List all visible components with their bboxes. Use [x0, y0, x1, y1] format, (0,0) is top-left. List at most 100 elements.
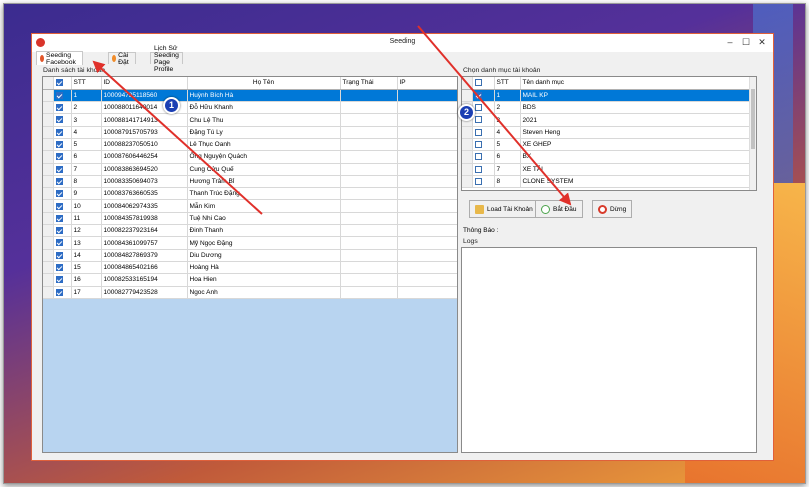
- row-checkbox[interactable]: [55, 227, 63, 235]
- row-header[interactable]: [462, 163, 473, 176]
- column-header-id[interactable]: ID: [101, 77, 188, 90]
- row-checkbox-cell[interactable]: [472, 113, 495, 127]
- row-checkbox-cell[interactable]: [53, 187, 72, 201]
- row-checkbox-cell[interactable]: [472, 175, 495, 189]
- start-button[interactable]: Bắt Đầu: [535, 200, 583, 218]
- row-header[interactable]: [462, 89, 473, 103]
- logs-textbox[interactable]: [461, 247, 757, 453]
- column-header-status[interactable]: Trạng Thái: [340, 77, 398, 90]
- select-all-header[interactable]: [472, 77, 495, 90]
- row-checkbox[interactable]: [55, 153, 63, 161]
- column-header-category-name[interactable]: Tên danh mục: [520, 77, 751, 90]
- row-checkbox-cell[interactable]: [472, 89, 495, 103]
- stop-button[interactable]: Dừng: [592, 200, 633, 218]
- table-row[interactable]: 7 XE TẢI: [462, 163, 751, 176]
- table-row[interactable]: 2 BDS: [462, 101, 751, 115]
- column-header-stt[interactable]: STT: [71, 77, 102, 90]
- tab-history[interactable]: Lịch Sử Seeding Page Profile: [150, 45, 183, 73]
- row-checkbox-cell[interactable]: [53, 224, 72, 238]
- row-checkbox-cell[interactable]: [53, 249, 72, 262]
- row-checkbox[interactable]: [55, 288, 63, 296]
- row-checkbox-cell[interactable]: [53, 199, 72, 213]
- row-checkbox[interactable]: [55, 91, 63, 99]
- row-header[interactable]: [43, 89, 54, 103]
- table-row[interactable]: 15 100084865402166 Hoàng Hà: [43, 261, 457, 275]
- scrollbar-thumb[interactable]: [751, 89, 755, 149]
- row-checkbox[interactable]: [55, 251, 63, 259]
- row-checkbox-cell[interactable]: [53, 89, 72, 103]
- row-checkbox-cell[interactable]: [53, 286, 72, 299]
- row-checkbox[interactable]: [474, 104, 482, 112]
- row-checkbox[interactable]: [55, 214, 63, 222]
- column-header-stt[interactable]: STT: [494, 77, 521, 90]
- row-checkbox[interactable]: [55, 190, 63, 198]
- row-header[interactable]: [462, 126, 473, 139]
- table-row[interactable]: 1 100094735118560 Huỳnh Bích Hà: [43, 89, 457, 103]
- row-checkbox[interactable]: [474, 128, 482, 136]
- row-header[interactable]: [43, 175, 54, 189]
- column-header-name[interactable]: Họ Tên: [187, 77, 341, 90]
- title-bar[interactable]: Seeding – ☐ ✕: [32, 34, 773, 52]
- close-icon[interactable]: ✕: [755, 36, 769, 49]
- table-row[interactable]: 12 100082237923164 Đinh Thanh: [43, 224, 457, 238]
- row-checkbox-cell[interactable]: [472, 138, 495, 152]
- row-header[interactable]: [43, 199, 54, 213]
- table-row[interactable]: 3 2021: [462, 113, 751, 127]
- row-header[interactable]: [43, 249, 54, 262]
- table-row[interactable]: 17 100082779423528 Ngoc Anh: [43, 286, 457, 299]
- row-header[interactable]: [43, 138, 54, 152]
- row-header[interactable]: [43, 261, 54, 275]
- row-checkbox-cell[interactable]: [472, 126, 495, 139]
- row-checkbox[interactable]: [55, 177, 63, 185]
- row-header[interactable]: [462, 138, 473, 152]
- table-row[interactable]: 8 CLONE SYSTEM: [462, 175, 751, 189]
- table-row[interactable]: 4 100087915705793 Đặng Tú Ly: [43, 126, 457, 139]
- table-row[interactable]: 5 100088237050510 Lê Thục Oanh: [43, 138, 457, 152]
- row-checkbox-cell[interactable]: [53, 212, 72, 226]
- table-row[interactable]: 1 MAIL KP: [462, 89, 751, 103]
- row-checkbox[interactable]: [55, 128, 63, 136]
- row-header[interactable]: [43, 163, 54, 176]
- row-header[interactable]: [43, 224, 54, 238]
- row-checkbox[interactable]: [55, 104, 63, 112]
- row-checkbox[interactable]: [55, 202, 63, 210]
- vertical-scrollbar[interactable]: [749, 77, 756, 190]
- select-all-checkbox[interactable]: [55, 79, 63, 87]
- table-row[interactable]: 9 100083763660535 Thanh Trúc Đặng: [43, 187, 457, 201]
- row-checkbox[interactable]: [474, 177, 482, 185]
- account-table[interactable]: STT ID Họ Tên Trạng Thái IP 1 10009473511…: [42, 76, 458, 453]
- table-row[interactable]: 13 100084361099757 Mỹ Ngọc Đặng: [43, 236, 457, 250]
- row-checkbox-cell[interactable]: [472, 163, 495, 176]
- row-checkbox[interactable]: [55, 116, 63, 124]
- row-header[interactable]: [43, 286, 54, 299]
- table-row[interactable]: 6 100087606446254 Ông Nguyện Quách: [43, 150, 457, 164]
- table-row[interactable]: 7 100083863694520 Cung Cửu Quế: [43, 163, 457, 176]
- table-row[interactable]: 11 100084357819938 Tuệ Nhi Cao: [43, 212, 457, 226]
- tab-seeding-facebook[interactable]: Seeding Facebook: [36, 51, 83, 66]
- select-all-checkbox[interactable]: [474, 79, 482, 87]
- row-checkbox-cell[interactable]: [53, 273, 72, 287]
- table-row[interactable]: 14 100084827869379 Diu Dương: [43, 249, 457, 262]
- row-checkbox[interactable]: [474, 91, 482, 99]
- row-checkbox-cell[interactable]: [53, 261, 72, 275]
- row-checkbox-cell[interactable]: [472, 101, 495, 115]
- row-checkbox-cell[interactable]: [53, 236, 72, 250]
- table-row[interactable]: 8 100083350694073 Hương Trâm Bỉ: [43, 175, 457, 189]
- select-all-header[interactable]: [53, 77, 72, 90]
- row-checkbox[interactable]: [55, 276, 63, 284]
- row-checkbox-cell[interactable]: [53, 163, 72, 176]
- tab-settings[interactable]: Cài Đặt: [108, 52, 136, 66]
- column-header-ip[interactable]: IP: [397, 77, 457, 90]
- row-checkbox[interactable]: [474, 141, 482, 149]
- row-header[interactable]: [43, 273, 54, 287]
- row-header[interactable]: [43, 187, 54, 201]
- row-header[interactable]: [462, 150, 473, 164]
- row-checkbox-cell[interactable]: [53, 126, 72, 139]
- row-header[interactable]: [43, 113, 54, 127]
- table-row[interactable]: 4 Steven Heng: [462, 126, 751, 139]
- table-row[interactable]: 2 100088011640014 Đỗ Hữu Khanh: [43, 101, 457, 115]
- row-checkbox-cell[interactable]: [53, 101, 72, 115]
- table-row[interactable]: 16 100082533165194 Hoa Hien: [43, 273, 457, 287]
- row-header[interactable]: [43, 212, 54, 226]
- row-checkbox[interactable]: [55, 263, 63, 271]
